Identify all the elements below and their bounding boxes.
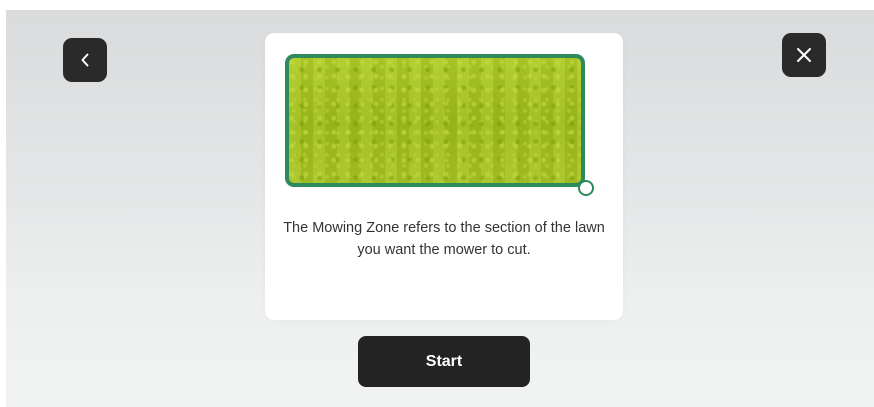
close-icon	[795, 46, 813, 64]
chevron-left-icon	[79, 52, 91, 68]
lawn-area	[285, 54, 585, 187]
back-button[interactable]	[63, 38, 107, 82]
mowing-zone-illustration	[285, 54, 594, 196]
mowing-zone-description: The Mowing Zone refers to the section of…	[283, 220, 605, 258]
close-button[interactable]	[782, 33, 826, 77]
mowing-zone-intro-screen: The Mowing Zone refers to the section of…	[6, 10, 874, 407]
zone-corner-handle	[578, 180, 594, 196]
start-button[interactable]: Start	[358, 336, 530, 387]
info-card: The Mowing Zone refers to the section of…	[265, 33, 623, 320]
